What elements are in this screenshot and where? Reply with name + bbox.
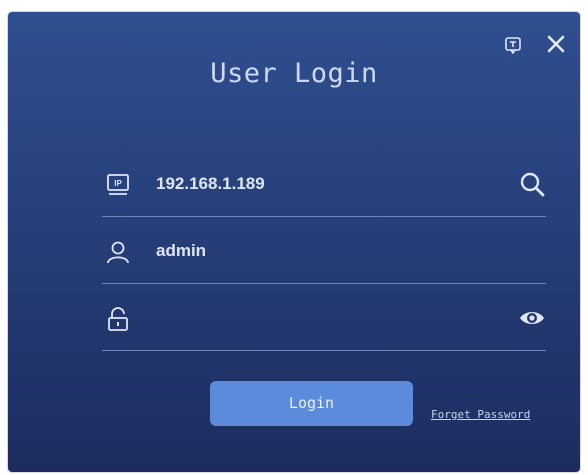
- feedback-icon[interactable]: [504, 36, 522, 55]
- username-field-row[interactable]: admin: [102, 217, 546, 284]
- forget-password-link[interactable]: Forget Password: [431, 408, 530, 421]
- ip-address-input[interactable]: 192.168.1.189: [156, 170, 265, 198]
- close-icon[interactable]: [546, 34, 566, 54]
- user-icon: [106, 240, 130, 264]
- eye-icon[interactable]: [518, 304, 546, 332]
- username-input[interactable]: admin: [156, 237, 206, 265]
- login-button[interactable]: Login: [210, 381, 413, 426]
- dialog-title: User Login: [210, 58, 378, 89]
- lock-icon: [106, 307, 130, 331]
- svg-text:IP: IP: [114, 179, 122, 188]
- password-field-row[interactable]: [102, 284, 546, 351]
- login-dialog: User Login IP 192.168.1.189 admin Login …: [8, 12, 580, 472]
- ip-icon: IP: [106, 173, 130, 197]
- search-icon[interactable]: [518, 170, 546, 198]
- ip-field-row[interactable]: IP 192.168.1.189: [102, 150, 546, 217]
